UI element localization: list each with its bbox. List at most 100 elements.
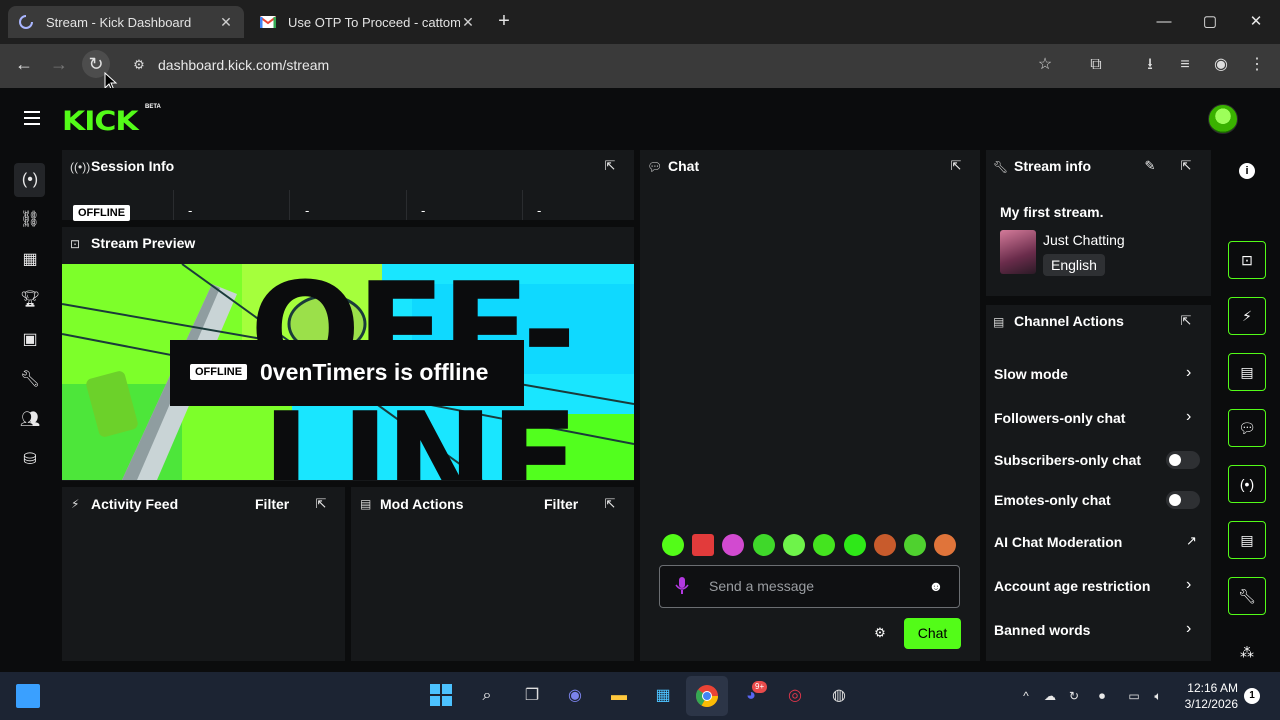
- emote-5[interactable]: [783, 534, 805, 556]
- creator-tools-icon[interactable]: ⛁: [18, 448, 42, 472]
- emote-7[interactable]: [844, 534, 866, 556]
- mod-filter-button[interactable]: Filter: [544, 496, 578, 512]
- emotes-only-toggle[interactable]: [1166, 491, 1200, 509]
- subscribers-only-toggle[interactable]: [1166, 451, 1200, 469]
- chevron-right-icon[interactable]: ›: [1186, 364, 1191, 382]
- analytics-icon[interactable]: ▦: [18, 248, 42, 272]
- kick-logo[interactable]: KICK: [62, 106, 139, 138]
- popout-icon[interactable]: ⇱: [313, 496, 329, 512]
- microphone-icon[interactable]: [675, 577, 689, 595]
- community-icon[interactable]: 👥︎: [18, 408, 42, 432]
- hamburger-menu-icon[interactable]: [22, 108, 44, 128]
- tab-gmail-otp[interactable]: Use OTP To Proceed - cattomti ✕: [250, 6, 486, 38]
- popout-icon[interactable]: ⇱: [948, 158, 964, 174]
- rail-preview-button[interactable]: ⊡: [1228, 241, 1266, 279]
- windows-start-icon[interactable]: [429, 684, 453, 708]
- trophy-icon[interactable]: 🏆︎: [18, 288, 42, 312]
- forward-button[interactable]: →: [45, 50, 73, 78]
- url-text[interactable]: dashboard.kick.com/stream: [158, 57, 329, 73]
- cloud-icon[interactable]: ☁: [1042, 688, 1058, 704]
- obs-icon[interactable]: ◍: [827, 684, 851, 708]
- channel-actions-title: Channel Actions: [1014, 313, 1124, 329]
- external-link-icon[interactable]: ↗: [1186, 533, 1197, 549]
- minimize-button[interactable]: —: [1141, 8, 1187, 36]
- slow-mode-item[interactable]: Slow mode: [994, 366, 1068, 382]
- loading-spinner-icon: [18, 14, 34, 30]
- chrome-icon[interactable]: [695, 684, 719, 708]
- maximize-button[interactable]: ▢: [1187, 8, 1233, 36]
- emote-9[interactable]: [904, 534, 926, 556]
- chevron-right-icon[interactable]: ›: [1186, 408, 1191, 426]
- new-tab-button[interactable]: +: [494, 10, 514, 34]
- category-name[interactable]: Just Chatting: [1043, 232, 1125, 248]
- emote-3[interactable]: [722, 534, 744, 556]
- emote-10[interactable]: [934, 534, 956, 556]
- profile-icon[interactable]: ◉: [1210, 54, 1232, 76]
- emote-6[interactable]: [813, 534, 835, 556]
- stream-broadcast-icon[interactable]: (•): [18, 168, 42, 192]
- task-view-icon[interactable]: ❐: [520, 684, 544, 708]
- emote-2[interactable]: [692, 534, 714, 556]
- status-badge: OFFLINE: [73, 205, 131, 221]
- sync-icon[interactable]: ↻: [1066, 688, 1082, 704]
- ai-moderation-item[interactable]: AI Chat Moderation: [994, 534, 1122, 550]
- widgets-icon[interactable]: [16, 684, 40, 708]
- back-button[interactable]: ←: [10, 50, 38, 78]
- activity-filter-button[interactable]: Filter: [255, 496, 289, 512]
- banned-words-item[interactable]: Banned words: [994, 622, 1090, 638]
- edit-pencil-icon[interactable]: ✎: [1142, 158, 1158, 174]
- settings-gear-icon[interactable]: ⚙: [872, 625, 888, 641]
- search-icon[interactable]: ⌕: [475, 684, 499, 708]
- rail-chat-button[interactable]: 💬︎: [1228, 409, 1266, 447]
- send-chat-button[interactable]: Chat: [904, 618, 961, 649]
- account-age-item[interactable]: Account age restriction: [994, 578, 1150, 594]
- emote-8[interactable]: [874, 534, 896, 556]
- rail-document-button[interactable]: ▤: [1228, 353, 1266, 391]
- rail-lightning-button[interactable]: ⚡︎: [1228, 297, 1266, 335]
- popout-icon[interactable]: ⇱: [602, 158, 618, 174]
- link-icon[interactable]: ⛓: [18, 208, 42, 232]
- volume-icon[interactable]: 🔈︎: [1150, 688, 1166, 704]
- session-stat: -: [537, 203, 542, 218]
- clock-date[interactable]: 3/12/2026: [1176, 697, 1238, 711]
- file-explorer-icon[interactable]: ▬: [607, 684, 631, 708]
- chevron-right-icon[interactable]: ›: [1186, 576, 1191, 594]
- site-info-icon[interactable]: ⚙: [130, 56, 148, 74]
- popout-icon[interactable]: ⇱: [1178, 313, 1194, 329]
- rail-broadcast-button[interactable]: (•): [1228, 465, 1266, 503]
- menu-kebab-icon[interactable]: ⋮: [1246, 54, 1268, 76]
- chevron-right-icon[interactable]: ›: [1186, 620, 1191, 638]
- network-icon[interactable]: ▭: [1126, 688, 1142, 704]
- layout-icon[interactable]: ⁂: [1238, 643, 1256, 661]
- rail-channel-actions-button[interactable]: ▤: [1228, 521, 1266, 559]
- tray-chevron-up-icon[interactable]: ^: [1018, 688, 1034, 704]
- teams-icon[interactable]: ◉: [563, 684, 587, 708]
- tab-kick-dashboard[interactable]: Stream - Kick Dashboard ✕: [8, 6, 244, 38]
- rail-wrench-button[interactable]: 🔧︎: [1228, 577, 1266, 615]
- browser-tab-bar: Stream - Kick Dashboard ✕ Use OTP To Pro…: [0, 0, 1280, 44]
- download-icon[interactable]: ⭳: [1139, 54, 1161, 76]
- info-icon[interactable]: i: [1239, 163, 1255, 179]
- clock-time[interactable]: 12:16 AM: [1186, 681, 1238, 695]
- emoji-icon[interactable]: ☻: [928, 578, 944, 594]
- bookmark-star-icon[interactable]: ☆: [1034, 54, 1056, 76]
- popout-icon[interactable]: ⇱: [1178, 158, 1194, 174]
- divider: [406, 190, 407, 220]
- close-window-button[interactable]: ✕: [1233, 8, 1279, 36]
- followers-only-item[interactable]: Followers-only chat: [994, 410, 1125, 426]
- notification-badge[interactable]: 1: [1244, 688, 1260, 704]
- emote-4[interactable]: [753, 534, 775, 556]
- user-avatar[interactable]: [1208, 104, 1238, 134]
- media-control-icon[interactable]: ≡: [1174, 54, 1196, 76]
- mic-tray-icon[interactable]: ⏺: [1094, 688, 1110, 704]
- app-icon[interactable]: ◎: [783, 684, 807, 708]
- wrench-icon[interactable]: 🔧︎: [18, 368, 42, 392]
- close-tab-icon[interactable]: ✕: [460, 14, 476, 31]
- video-library-icon[interactable]: ▣: [18, 328, 42, 352]
- close-tab-icon[interactable]: ✕: [218, 14, 234, 31]
- popout-icon[interactable]: ⇱: [602, 496, 618, 512]
- divider: [173, 190, 174, 220]
- microsoft-store-icon[interactable]: ▦: [651, 684, 675, 708]
- emote-1[interactable]: [662, 534, 684, 556]
- cast-search-icon[interactable]: ⧉: [1085, 54, 1107, 76]
